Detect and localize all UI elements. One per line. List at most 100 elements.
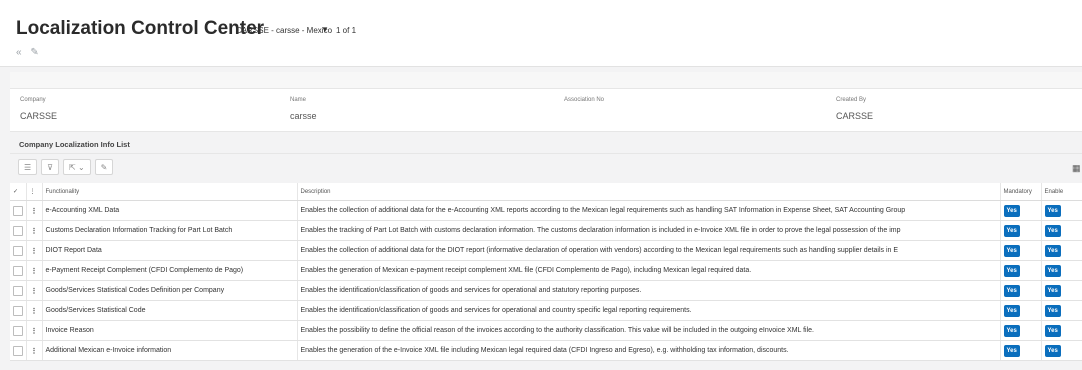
back-icon[interactable]: « bbox=[16, 47, 22, 58]
row-select[interactable] bbox=[10, 260, 26, 281]
row-checkbox[interactable] bbox=[13, 205, 23, 216]
export-icon: ⇱ bbox=[69, 162, 76, 172]
row-menu[interactable]: ⋮ bbox=[25, 280, 42, 301]
edit-button[interactable]: ✎ bbox=[94, 159, 114, 175]
row-checkbox[interactable] bbox=[13, 265, 23, 276]
functionality-cell: e-Payment Receipt Complement (CFDI Compl… bbox=[41, 260, 297, 281]
enabled-badge: Yes bbox=[1044, 284, 1061, 297]
mandatory-badge: Yes bbox=[1003, 304, 1020, 317]
context-selector[interactable]: CARSSE - carsse - Mexico bbox=[236, 26, 332, 35]
table-row[interactable]: ⋮ e-Payment Receipt Complement (CFDI Comp… bbox=[10, 260, 1082, 281]
row-select[interactable] bbox=[10, 240, 26, 261]
kebab-icon[interactable]: ⋮ bbox=[31, 268, 38, 275]
functionality-column-header[interactable]: Functionality bbox=[41, 183, 297, 201]
row-menu[interactable]: ⋮ bbox=[25, 300, 42, 321]
enabled-cell: Yes bbox=[1040, 220, 1082, 241]
row-checkbox[interactable] bbox=[13, 225, 23, 236]
mandatory-cell: Yes bbox=[999, 280, 1041, 301]
mandatory-cell: Yes bbox=[999, 240, 1041, 261]
description-cell: Enables the generation of the e-Invoice … bbox=[296, 340, 1000, 361]
mandatory-badge: Yes bbox=[1003, 264, 1020, 277]
kebab-icon[interactable]: ⋮ bbox=[31, 288, 38, 295]
kebab-icon[interactable]: ⋮ bbox=[31, 228, 38, 235]
table-row[interactable]: ⋮ Goods/Services Statistical Codes Defini… bbox=[10, 280, 1082, 301]
row-select[interactable] bbox=[10, 320, 26, 341]
kebab-icon[interactable]: ⋮ bbox=[31, 328, 38, 335]
row-checkbox[interactable] bbox=[13, 345, 23, 356]
row-checkbox[interactable] bbox=[13, 325, 23, 336]
row-menu[interactable]: ⋮ bbox=[25, 240, 42, 261]
mandatory-cell: Yes bbox=[999, 200, 1041, 221]
description-cell: Enables the identification/classificatio… bbox=[296, 300, 1000, 321]
association-field: Association No bbox=[564, 97, 604, 111]
association-label: Association No bbox=[564, 97, 605, 103]
mandatory-cell: Yes bbox=[999, 220, 1041, 241]
edit-icon[interactable]: ✎ bbox=[30, 47, 38, 58]
row-select[interactable] bbox=[10, 280, 26, 301]
table-row[interactable]: ⋮ Goods/Services Statistical Code Enables … bbox=[10, 300, 1082, 321]
table-row[interactable]: ⋮ e-Accounting XML Data Enables the collec… bbox=[10, 200, 1082, 221]
description-cell: Enables the tracking of Part Lot Batch w… bbox=[296, 220, 1000, 241]
list-view-button[interactable]: ☰ bbox=[18, 159, 38, 175]
company-field: Company CARSSE bbox=[20, 97, 57, 121]
table-settings-icon[interactable]: ▦ bbox=[1072, 163, 1081, 174]
created-by-value: CARSSE bbox=[836, 111, 874, 121]
checkmark-icon: ✓ bbox=[13, 189, 19, 195]
description-column-header[interactable]: Description bbox=[296, 183, 1000, 201]
kebab-icon[interactable]: ⋮ bbox=[31, 208, 38, 215]
row-menu-column: ⋮ bbox=[25, 183, 42, 201]
kebab-icon[interactable]: ⋮ bbox=[31, 248, 38, 255]
enabled-badge: Yes bbox=[1044, 344, 1061, 357]
table-row[interactable]: ⋮ Customs Declaration Information Trackin… bbox=[10, 220, 1082, 241]
functionality-cell: Goods/Services Statistical Code bbox=[41, 300, 297, 321]
mandatory-cell: Yes bbox=[999, 340, 1041, 361]
chevron-down-icon[interactable]: ▼ bbox=[321, 25, 329, 34]
mandatory-badge: Yes bbox=[1003, 244, 1020, 257]
row-menu[interactable]: ⋮ bbox=[25, 220, 42, 241]
export-button[interactable]: ⇱ ⌄ bbox=[63, 159, 91, 175]
mandatory-column-header[interactable]: Mandatory bbox=[999, 183, 1041, 201]
mandatory-badge: Yes bbox=[1003, 324, 1020, 337]
name-value: carsse bbox=[290, 111, 317, 121]
enabled-cell: Yes bbox=[1040, 320, 1082, 341]
enabled-column-header[interactable]: Enable bbox=[1040, 183, 1082, 201]
row-menu[interactable]: ⋮ bbox=[25, 320, 42, 341]
row-select[interactable] bbox=[10, 200, 26, 221]
row-menu[interactable]: ⋮ bbox=[25, 200, 42, 221]
filter-button[interactable]: ⊽ bbox=[41, 159, 60, 175]
row-menu[interactable]: ⋮ bbox=[25, 340, 42, 361]
row-select[interactable] bbox=[10, 220, 26, 241]
filter-icon: ⊽ bbox=[47, 162, 54, 172]
company-value: CARSSE bbox=[20, 111, 58, 121]
pencil-icon: ✎ bbox=[100, 162, 108, 172]
select-all-column[interactable]: ✓ bbox=[10, 183, 26, 201]
functionality-cell: e-Accounting XML Data bbox=[41, 200, 297, 221]
description-cell: Enables the possibility to define the of… bbox=[296, 320, 1000, 341]
kebab-icon[interactable]: ⋮ bbox=[31, 348, 38, 355]
row-select[interactable] bbox=[10, 340, 26, 361]
enabled-badge: Yes bbox=[1044, 304, 1061, 317]
row-checkbox[interactable] bbox=[13, 285, 23, 296]
company-label: Company bbox=[20, 97, 46, 103]
chevron-down-icon: ⌄ bbox=[77, 162, 85, 172]
row-checkbox[interactable] bbox=[13, 245, 23, 256]
mandatory-badge: Yes bbox=[1003, 284, 1020, 297]
mandatory-cell: Yes bbox=[999, 320, 1041, 341]
row-select[interactable] bbox=[10, 300, 26, 321]
enabled-cell: Yes bbox=[1040, 280, 1082, 301]
name-label: Name bbox=[290, 97, 307, 103]
table-row[interactable]: ⋮ DIOT Report Data Enables the collection … bbox=[10, 240, 1082, 261]
localization-table: ✓ ⋮ Functionality Description Mandatory … bbox=[10, 183, 1082, 361]
row-checkbox[interactable] bbox=[13, 305, 23, 316]
functionality-cell: Customs Declaration Information Tracking… bbox=[41, 220, 297, 241]
enabled-cell: Yes bbox=[1040, 300, 1082, 321]
table-row[interactable]: ⋮ Additional Mexican e-Invoice informatio… bbox=[10, 340, 1082, 361]
enabled-cell: Yes bbox=[1040, 260, 1082, 281]
kebab-icon[interactable]: ⋮ bbox=[31, 308, 38, 315]
enabled-badge: Yes bbox=[1044, 204, 1061, 217]
list-toolbar: ☰ ⊽ ⇱ ⌄ ✎ bbox=[18, 159, 114, 175]
table-row[interactable]: ⋮ Invoice Reason Enables the possibility t… bbox=[10, 320, 1082, 341]
enabled-badge: Yes bbox=[1044, 244, 1061, 257]
row-menu[interactable]: ⋮ bbox=[25, 260, 42, 281]
mandatory-cell: Yes bbox=[999, 300, 1041, 321]
